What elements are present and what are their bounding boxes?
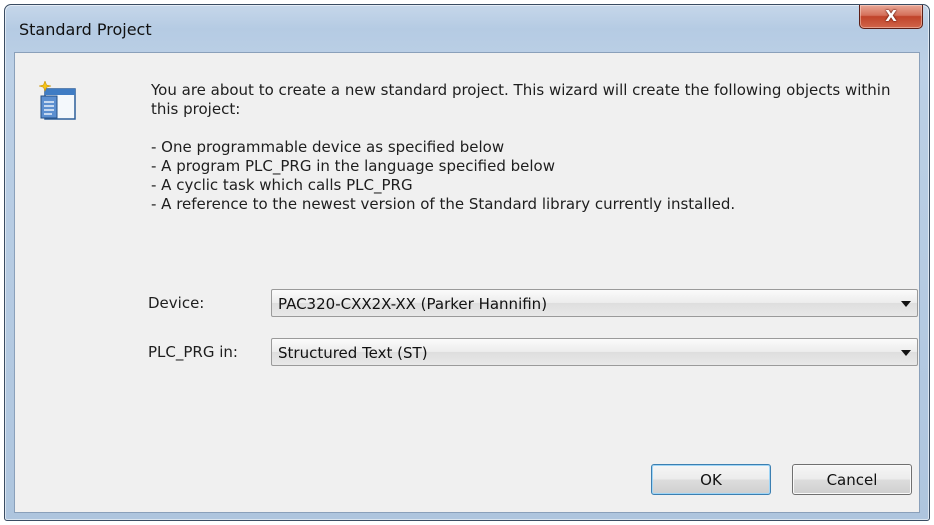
ok-button[interactable]: OK [651, 464, 771, 495]
dialog-content: You are about to create a new standard p… [14, 52, 920, 513]
device-select[interactable]: PAC320-CXX2X-XX (Parker Hannifin) [271, 289, 918, 317]
list-item: - A cyclic task which calls PLC_PRG [151, 176, 413, 194]
close-icon: X [885, 7, 897, 25]
device-value: PAC320-CXX2X-XX (Parker Hannifin) [278, 295, 548, 313]
standard-project-dialog: Standard Project X You are about to crea… [4, 4, 930, 521]
list-item: - A reference to the newest version of t… [151, 195, 736, 213]
language-label: PLC_PRG in: [148, 343, 238, 361]
created-objects-list: - One programmable device as specified b… [151, 138, 891, 214]
language-value: Structured Text (ST) [278, 344, 428, 362]
description-intro: You are about to create a new standard p… [151, 81, 891, 118]
project-wizard-icon [39, 81, 76, 120]
list-item: - A program PLC_PRG in the language spec… [151, 157, 555, 175]
device-label: Device: [148, 294, 205, 312]
chevron-down-icon[interactable] [901, 301, 911, 307]
language-select[interactable]: Structured Text (ST) [271, 338, 918, 366]
close-button[interactable]: X [859, 5, 923, 29]
cancel-button[interactable]: Cancel [792, 464, 912, 495]
title-bar[interactable]: Standard Project X [5, 5, 929, 53]
wizard-description: You are about to create a new standard p… [151, 81, 891, 214]
chevron-down-icon[interactable] [901, 350, 911, 356]
list-item: - One programmable device as specified b… [151, 138, 505, 156]
window-title: Standard Project [19, 20, 152, 39]
